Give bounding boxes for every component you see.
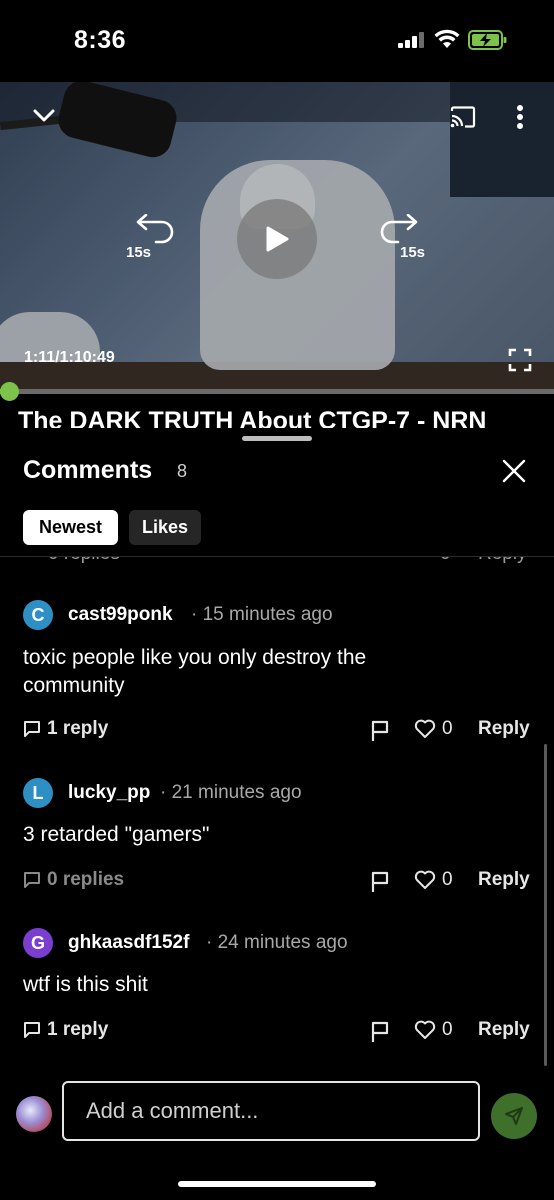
sheet-drag-handle[interactable] [242,436,312,441]
reply-button[interactable]: Reply [478,869,530,891]
avatar[interactable]: G [23,928,53,958]
heart-icon [414,719,436,738]
skip-forward-label: 15s [400,244,426,261]
comment-text: 3 retarded "gamers" [23,823,210,846]
clipped-comment-actions: 0 replies 0 Reply [0,557,554,565]
comment-timestamp: · 15 minutes ago [191,604,333,625]
more-vertical-icon[interactable] [506,100,534,134]
status-time: 8:36 [74,26,127,54]
replies-link[interactable]: 1 reply [23,718,108,740]
play-icon [266,226,289,252]
status-bar: 8:36 [0,0,554,82]
fullscreen-icon[interactable] [506,346,534,374]
current-time: 1:11 [24,349,56,366]
reply-button[interactable]: Reply [478,718,530,740]
tab-newest[interactable]: Newest [23,510,118,545]
comment-timestamp: · 21 minutes ago [160,782,302,803]
comment-text: wtf is this shit [23,973,148,996]
comment-username[interactable]: cast99ponk [68,604,173,626]
progress-bar[interactable] [0,389,554,394]
comments-count: 8 [177,461,188,481]
user-avatar [16,1096,52,1132]
replies-label: 0 replies [47,869,125,890]
heart-icon [414,1020,436,1039]
reply-bubble-icon [24,721,40,737]
flag-icon[interactable] [370,871,390,893]
comment-username[interactable]: ghkaasdf152f [68,932,189,954]
clipped-reply-label: Reply [478,557,527,565]
flag-icon[interactable] [370,720,390,742]
clipped-replies-label: 0 replies [48,557,120,565]
scrollbar[interactable] [544,744,547,1066]
comments-title: Comments [23,456,153,484]
reply-bubble-icon [24,872,40,888]
signal-icon [398,32,426,48]
avatar[interactable]: C [23,600,53,630]
comment-username[interactable]: lucky_pp [68,782,150,804]
send-icon [505,1107,523,1125]
reply-bubble-icon [24,1022,40,1038]
battery-charging-icon [468,30,507,50]
flag-icon[interactable] [370,1021,390,1043]
like-count: 0 [442,718,453,739]
reply-button[interactable]: Reply [478,1019,530,1041]
like-button[interactable]: 0 [414,869,453,891]
like-button[interactable]: 0 [414,718,453,740]
cast-icon[interactable] [448,104,478,130]
replies-link[interactable]: 0 replies [23,869,124,891]
clipped-like-count: 0 [440,557,451,565]
play-button[interactable] [237,199,317,279]
comment-input[interactable] [62,1081,480,1141]
skip-back-label: 15s [126,244,152,261]
video-title[interactable]: The DARK TRUTH About CTGP-7 - NRN [18,404,548,428]
avatar[interactable]: L [23,778,53,808]
duration: 1:10:49 [59,349,115,366]
rewind-15-button[interactable]: 15s [120,214,180,264]
comment-timestamp: · 24 minutes ago [206,932,348,953]
like-button[interactable]: 0 [414,1019,453,1041]
replies-label: 1 reply [47,1019,109,1040]
like-count: 0 [442,1019,453,1040]
wifi-icon [434,29,460,48]
replies-label: 1 reply [47,718,109,739]
home-indicator [178,1181,376,1187]
comment-text: toxic people like you only destroy the c… [23,646,367,697]
close-icon[interactable] [498,455,530,487]
forward-15-button[interactable]: 15s [372,214,436,264]
time-readout: 1:11/1:10:49 [24,349,115,367]
heart-icon [414,870,436,889]
like-count: 0 [442,869,453,890]
progress-scrubber[interactable] [0,382,20,401]
send-button[interactable] [491,1093,537,1139]
tab-likes[interactable]: Likes [129,510,201,545]
chevron-down-icon[interactable] [28,102,60,130]
replies-link[interactable]: 1 reply [23,1019,108,1041]
